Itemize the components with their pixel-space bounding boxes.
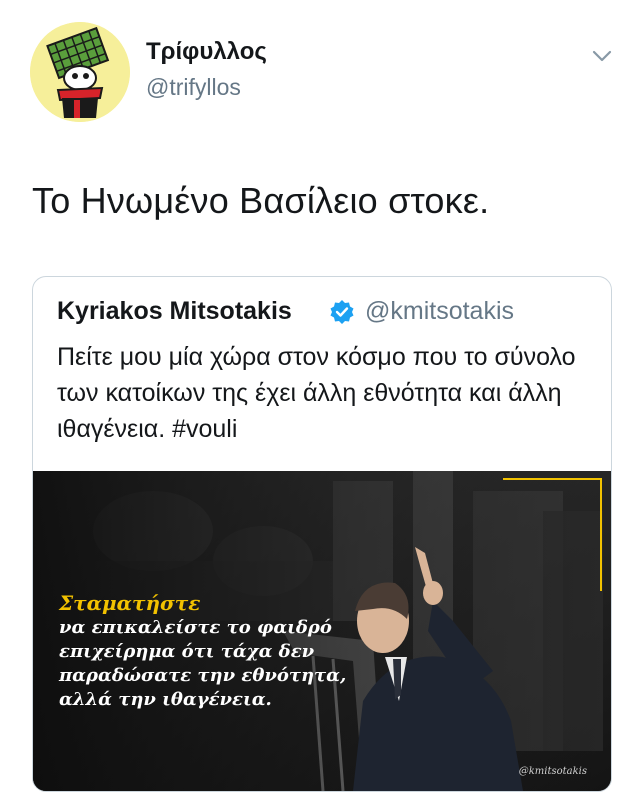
verified-badge-icon [330,300,354,324]
quoted-tweet-card[interactable]: Kyriakos Mitsotakis @kmitsotakis Πείτε μ… [32,276,612,792]
quoted-tweet-image[interactable]: Σταματήστε να επικαλείστε το φαιδρό επιχ… [33,471,611,791]
quoted-author-display-name[interactable]: Kyriakos Mitsotakis [57,297,292,326]
cartoon-character-avatar-icon [30,22,130,122]
tweet-text: Το Ηνωμένο Βασίλειο στοκε. [32,180,490,221]
chevron-down-icon [592,50,612,62]
image-caption: να επικαλείστε το φαιδρό επιχείρημα ότι … [59,617,347,710]
tweet-menu-button[interactable] [590,46,614,66]
author-handle[interactable]: @trifyllos [146,74,241,101]
image-headline: Σταματήστε [59,591,201,615]
verified-badge [329,299,355,325]
quoted-author-handle[interactable]: @kmitsotakis [365,297,514,326]
avatar[interactable] [30,22,130,122]
quoted-tweet-text: Πείτε μου μία χώρα στον κόσμο που το σύν… [57,343,576,443]
image-watermark: @kmitsotakis [518,766,587,777]
tweet-header: Τρίφυλλος @trifyllos [0,0,640,130]
author-display-name[interactable]: Τρίφυλλος [146,38,267,66]
